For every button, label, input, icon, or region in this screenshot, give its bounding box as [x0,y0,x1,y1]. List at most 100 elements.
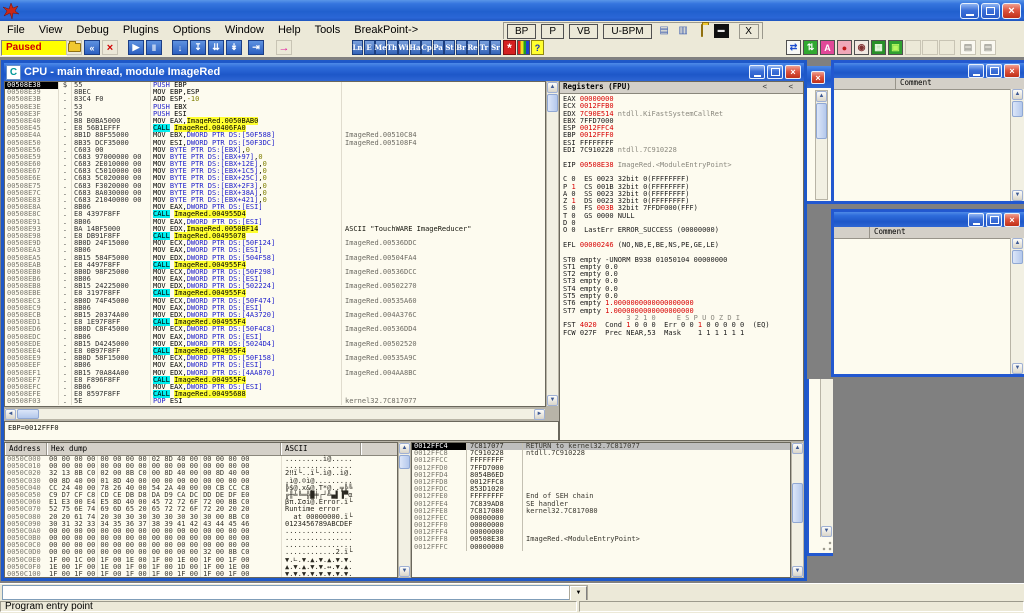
restore-button[interactable] [981,3,1000,19]
plugin-close-button[interactable]: X [739,24,759,39]
scroll-down-icon[interactable]: ▼ [1012,190,1023,201]
cpu-title-bar[interactable]: C CPU - main thread, module ImageRed × [4,63,804,81]
comment-window-bottom-title[interactable]: × [834,212,1024,227]
stack-row[interactable]: 0012FFD48054B6ED [412,472,790,479]
comment-window-top-title[interactable]: × [834,63,1024,78]
maximize-button[interactable] [986,64,1002,78]
screen-icon[interactable]: ▣ [888,40,903,55]
open-file-icon[interactable] [66,40,82,55]
stack-pane[interactable]: 0012FFC47C817077RETURN to kernel32.7C817… [411,442,791,578]
minimize-button[interactable] [968,213,984,227]
menu-item-plugins[interactable]: Plugins [116,22,166,38]
registers-pane[interactable]: Registers (FPU) < < EAX 00000000ECX 0012… [559,81,804,441]
scroll-down-icon[interactable]: ▼ [792,566,803,577]
registers-prev2-icon[interactable]: < [788,82,793,92]
record-icon[interactable]: ● [837,40,852,55]
log-list-icon[interactable]: ▤ [960,40,976,55]
disassembly-pane[interactable]: 00508E38$55PUSH EBP00508E39.8BECMOV EBP,… [4,81,546,407]
panel-button-th[interactable]: Th [387,40,398,55]
panel-button-e[interactable]: E [364,40,375,55]
close-button[interactable]: × [811,71,825,84]
scroll-down-icon[interactable]: ▼ [399,566,410,577]
stack-row[interactable]: 0012FFC87C910228ntdll.7C910228 [412,450,790,457]
menu-item-window[interactable]: Window [218,22,271,38]
menu-item-options[interactable]: Options [166,22,218,38]
run-icon[interactable]: ▶ [128,40,144,55]
scroll-up-icon[interactable]: ▲ [816,91,827,102]
copy-doc-icon[interactable]: ▥ [676,24,691,38]
step-into-icon[interactable]: ↓ [172,40,188,55]
scrollbar[interactable]: ▼ [820,379,833,537]
stack-row[interactable]: 0012FFCCFFFFFFFF [412,457,790,464]
panel-button-tr[interactable]: Tr [479,40,490,55]
main-title-bar[interactable]: × [0,0,1024,21]
background-window-sliver[interactable]: ▼ [806,379,833,556]
panel-button-re[interactable]: Re [467,40,478,55]
animate-over-icon[interactable]: ↡ [226,40,242,55]
panel-button-ln[interactable]: Ln [352,40,363,55]
disasm-row[interactable]: 00508EFE.E8 8597F8FFCALL ImageRed.004956… [5,391,545,398]
close-program-icon[interactable]: × [102,40,118,55]
dump-scrollbar[interactable]: ▲ ▼ [398,442,411,578]
stack-row[interactable]: 0012FFC47C817077RETURN to kernel32.7C817… [412,443,790,450]
stack-row[interactable]: 0012FFD80012FFC8 [412,479,790,486]
scroll-left-icon[interactable]: ◄ [5,409,16,420]
assemble-icon[interactable]: A [820,40,835,55]
new-doc-icon[interactable]: ▤ [657,24,672,38]
plugin-button-u-bpm[interactable]: U-BPM [603,24,651,39]
updown-icon[interactable]: ⇅ [803,40,818,55]
background-window-title[interactable]: × [806,66,832,88]
stack-row[interactable]: 0012FFF800508E38ImageRed.<ModuleEntryPoi… [412,536,790,543]
disassembly-scrollbar[interactable]: ▲ ▼ [546,81,559,407]
disassembly-hscrollbar[interactable]: ◄ ► [4,408,546,420]
panel-button-ha[interactable]: Ha [410,40,421,55]
comment-window-bottom[interactable]: × Comment ▲ ▼ [831,209,1024,377]
close-button[interactable]: × [1004,213,1020,227]
minimize-button[interactable] [968,64,984,78]
registers-prev-icon[interactable]: < [762,82,767,92]
combo-dropdown-icon[interactable]: ▼ [570,586,587,601]
disasm-row[interactable]: 00508E3E.53PUSH EBX [5,104,545,111]
stack-row[interactable]: 0012FFFC00000000 [412,544,790,551]
disasm-row[interactable]: 00508F03.5EPOP ESIkernel32.7C817077 [5,398,545,405]
scroll-up-icon[interactable]: ▲ [792,443,803,454]
maximize-button[interactable] [767,65,783,79]
step-over-icon[interactable]: ↧ [190,40,206,55]
stack-row[interactable]: 0012FFEC00000000 [412,515,790,522]
dump-row[interactable]: 0050C1001F 00 1F 001F 00 1F 001F 00 1F 0… [5,571,397,578]
scroll-up-icon[interactable]: ▲ [1012,89,1023,100]
background-window[interactable]: × ▲ [806,66,832,204]
spiral-icon[interactable]: ◉ [854,40,869,55]
scrollbar[interactable]: ▲ ▼ [1010,238,1024,374]
folder-icon[interactable] [695,24,710,38]
plugin-button-p[interactable]: P [541,24,564,39]
menu-item-breakpoint[interactable]: BreakPoint-> [347,22,425,38]
pause-icon[interactable]: ‖ [146,40,162,55]
scroll-down-icon[interactable]: ▼ [821,526,832,537]
appearance-icon[interactable]: * [503,40,516,55]
menu-item-help[interactable]: Help [271,22,308,38]
panel-button-st[interactable]: St [444,40,455,55]
plugin-button-bp[interactable]: BP [507,24,536,39]
menu-item-tools[interactable]: Tools [308,22,348,38]
command-combobox[interactable]: ▼ [2,585,588,600]
panel-button-pa[interactable]: Pa [433,40,444,55]
stack-row[interactable]: 0012FFE0FFFFFFFFEnd of SEH chain [412,493,790,500]
panel-button-wi[interactable]: Wi [398,40,409,55]
animate-into-icon[interactable]: ⇊ [208,40,224,55]
close-button[interactable]: × [1004,64,1020,78]
minimize-button[interactable] [960,3,979,19]
scroll-down-icon[interactable]: ▼ [1012,363,1023,374]
scroll-up-icon[interactable]: ▲ [1012,238,1023,249]
stack-row[interactable]: 0012FFE47C839AD8SE handler [412,501,790,508]
stack-scrollbar[interactable]: ▲ ▼ [791,442,804,578]
scrollbar[interactable]: ▲ [815,90,828,200]
maximize-button[interactable] [986,213,1002,227]
panel-button-sr[interactable]: Sr [490,40,501,55]
scroll-down-icon[interactable]: ▼ [547,395,558,406]
panel-button-cp[interactable]: Cp [421,40,432,55]
close-button[interactable]: × [785,65,801,79]
dump-pane[interactable]: Address Hex dump ASCII 0050C00000 00 00 … [4,442,398,578]
goto-address-icon[interactable]: → [276,40,292,55]
command-input[interactable] [4,587,574,598]
